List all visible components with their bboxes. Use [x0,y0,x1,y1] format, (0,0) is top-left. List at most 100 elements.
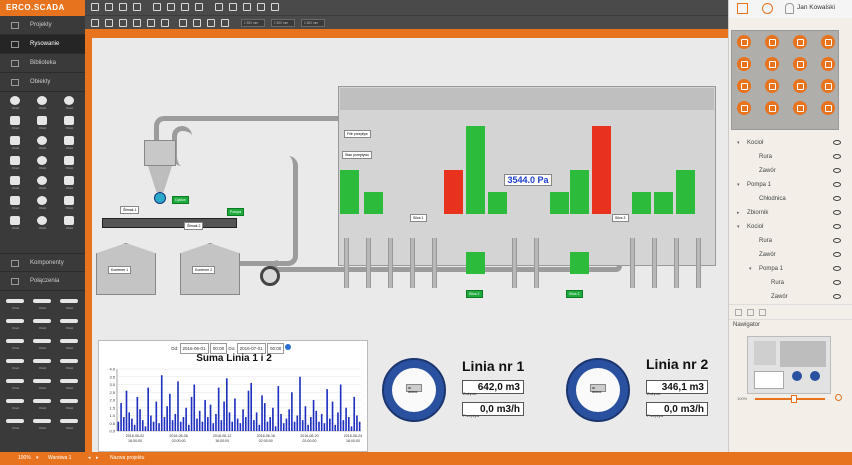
palette-object[interactable]: Obiekt [2,194,29,214]
palette-object[interactable]: Obiekt [2,114,29,134]
eye-icon[interactable] [833,294,841,299]
section-polaczenia[interactable]: Połączenia [0,272,85,291]
tree-item[interactable]: Rura [729,276,852,290]
tree-item[interactable]: ▾ Pompa 1 [729,178,852,192]
tree-item[interactable]: ▾ Kocioł [729,220,852,234]
palette-connection[interactable]: Obiekt [2,334,29,354]
palette-connection[interactable]: Obiekt [2,374,29,394]
drawing-canvas[interactable]: Cyklon Ślimak 1 Ślimak 2 Pompa Kontener … [92,38,728,452]
chevron-right-icon[interactable]: ▸ [737,206,740,220]
palette-object[interactable]: Obiekt [56,114,83,134]
settings-icon[interactable] [271,3,279,11]
palette-object[interactable]: Obiekt [56,214,83,234]
nav-obiekty[interactable]: Obiekty [0,73,85,92]
tree-item[interactable]: Zawór [729,164,852,178]
nav-projekty[interactable]: Projekty [0,16,85,35]
new-file-icon[interactable] [91,3,99,11]
ungroup-icon[interactable] [161,19,169,27]
camera-icon[interactable] [737,35,751,49]
search-icon[interactable] [835,394,842,401]
palette-connection[interactable]: Obiekt [29,414,56,434]
camera-icon[interactable] [737,101,751,115]
window-icon[interactable] [793,57,807,71]
palette-connection[interactable]: Obiekt [2,354,29,374]
palette-connection[interactable]: Obiekt [56,414,83,434]
palette-object[interactable]: Obiekt [2,214,29,234]
palette-object[interactable]: Obiekt [29,114,56,134]
user-icon[interactable] [785,3,794,14]
tree-item[interactable]: ▾ Kocioł [729,136,852,150]
chevron-down-icon[interactable]: ▾ [737,136,740,150]
palette-connection[interactable]: Obiekt [2,294,29,314]
eye-icon[interactable] [833,280,841,285]
palette-connection[interactable]: Obiekt [29,334,56,354]
text-icon[interactable] [105,19,113,27]
circle-tool-icon[interactable] [762,3,773,14]
device-icon[interactable] [821,57,835,71]
palette-connection[interactable]: Obiekt [29,374,56,394]
chart-icon[interactable] [765,35,779,49]
delete-icon[interactable] [759,309,766,316]
palette-connection[interactable]: Obiekt [56,374,83,394]
palette-connection[interactable]: Obiekt [56,294,83,314]
prev-page-icon[interactable]: ◂ [88,452,91,465]
pointer-icon[interactable] [91,19,99,27]
palette-object[interactable]: Obiekt [29,194,56,214]
chart-icon[interactable] [765,79,779,93]
palette-object[interactable]: Obiekt [56,94,83,114]
window-icon[interactable] [793,35,807,49]
cut-icon[interactable] [195,3,203,11]
nav-rysowanie[interactable]: Rysowanie [0,35,85,54]
eye-icon[interactable] [833,182,841,187]
tree-item[interactable]: Zawór [729,290,852,304]
align-center-icon[interactable] [229,3,237,11]
group-icon[interactable] [147,19,155,27]
chevron-down-icon[interactable]: ▾ [36,452,39,465]
chart-icon[interactable] [765,101,779,115]
eye-icon[interactable] [833,210,841,215]
chart-icon[interactable] [765,57,779,71]
chevron-down-icon[interactable]: ▾ [737,178,740,192]
device-icon[interactable] [821,79,835,93]
eye-icon[interactable] [833,252,841,257]
next-page-icon[interactable]: ▸ [96,452,99,465]
eye-icon[interactable] [833,266,841,271]
palette-object[interactable]: Obiekt [56,174,83,194]
palette-object[interactable]: Obiekt [29,94,56,114]
chevron-down-icon[interactable]: ▾ [737,220,740,234]
palette-connection[interactable]: Obiekt [56,354,83,374]
palette-connection[interactable]: Obiekt [2,314,29,334]
front-icon[interactable] [179,19,187,27]
window-icon[interactable] [793,79,807,93]
section-komponenty[interactable]: Komponenty [0,253,85,272]
pump-icon[interactable] [260,266,280,286]
eye-icon[interactable] [833,196,841,201]
rotate-icon[interactable] [207,19,215,27]
eye-icon[interactable] [833,224,841,229]
tree-item[interactable]: Rura [729,150,852,164]
z-field[interactable]: 1 500 mm [301,19,325,27]
image-icon[interactable] [133,19,141,27]
palette-object[interactable]: Obiekt [56,194,83,214]
refresh-icon[interactable] [285,344,292,350]
navigator-minimap[interactable] [747,336,831,394]
palette-object[interactable]: Obiekt [56,134,83,154]
grid-icon[interactable] [133,3,141,11]
align-left-icon[interactable] [215,3,223,11]
palette-connection[interactable]: Obiekt [29,314,56,334]
rectangle-icon[interactable] [119,19,127,27]
tree-item[interactable]: Rura [729,234,852,248]
tree-item[interactable]: ▾ Pompa 1 [729,262,852,276]
palette-object[interactable]: Obiekt [56,154,83,174]
grid-view-icon[interactable] [737,3,748,14]
device-icon[interactable] [821,101,835,115]
paste-icon[interactable] [181,3,189,11]
camera-icon[interactable] [737,79,751,93]
palette-object[interactable]: Obiekt [2,174,29,194]
palette-connection[interactable]: Obiekt [2,414,29,434]
add-icon[interactable] [735,309,742,316]
eye-icon[interactable] [833,238,841,243]
palette-connection[interactable]: Obiekt [56,394,83,414]
align-right-icon[interactable] [243,3,251,11]
chevron-down-icon[interactable]: ▾ [749,262,752,276]
